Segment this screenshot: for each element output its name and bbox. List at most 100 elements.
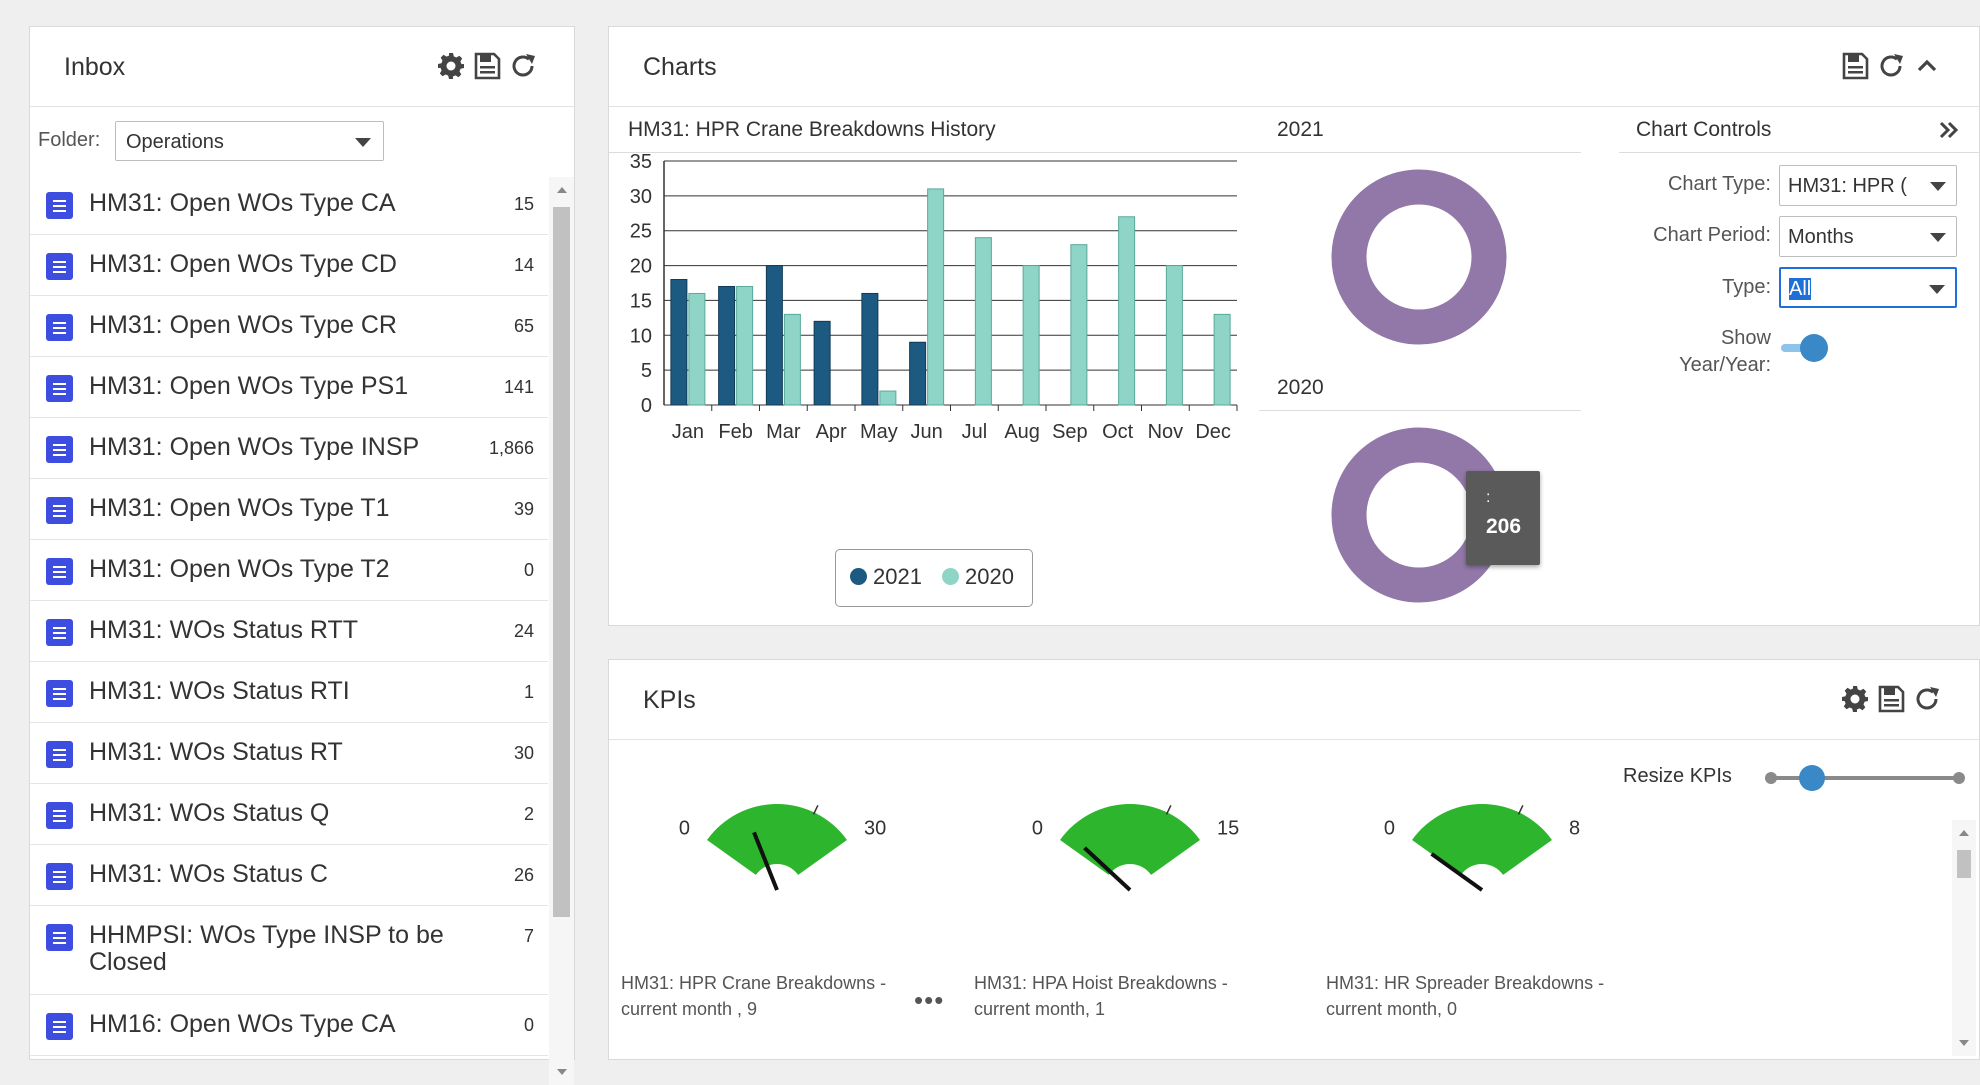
- more-options-icon[interactable]: •••: [914, 985, 944, 1016]
- tooltip-label: :: [1486, 489, 1491, 506]
- list-item-count: 1,866: [488, 438, 534, 458]
- list-item-label: HHMPSI: WOs Type INSP to be Closed: [89, 921, 444, 976]
- chevron-down-icon: [1930, 233, 1946, 242]
- list-item-count: 0: [523, 1015, 534, 1035]
- refresh-icon[interactable]: [1912, 684, 1942, 714]
- list-item[interactable]: HM31: Open WOs Type CD 14: [30, 236, 548, 296]
- donut-chart-2021[interactable]: [1329, 167, 1509, 347]
- scroll-down-icon[interactable]: [1959, 1040, 1969, 1046]
- list-item[interactable]: HM31: Open WOs Type T1 39: [30, 480, 548, 540]
- inbox-title: Inbox: [64, 53, 126, 81]
- bar-2020-Jan: [688, 292, 706, 406]
- list-item[interactable]: HM31: WOs Status Q 2: [30, 785, 548, 845]
- folder-select[interactable]: Operations: [115, 121, 384, 161]
- bar-2021-May: [861, 292, 879, 406]
- chart-type-select[interactable]: HM31: HPR (: [1779, 165, 1957, 206]
- chart-legend: 2021 2020: [835, 549, 1033, 607]
- list-item[interactable]: HM31: WOs Status C 26: [30, 846, 548, 906]
- scroll-down-icon[interactable]: [557, 1069, 567, 1075]
- scroll-up-icon[interactable]: [557, 187, 567, 193]
- tooltip-value: 206: [1486, 515, 1522, 538]
- gear-icon[interactable]: [1840, 684, 1870, 714]
- list-item[interactable]: HM16: Open WOs Type CA 0: [30, 996, 548, 1056]
- chevron-up-icon[interactable]: [1912, 51, 1942, 81]
- list-item-count: 65: [513, 316, 534, 336]
- bar-2021-Jan: [670, 279, 688, 406]
- scroll-thumb[interactable]: [553, 207, 570, 917]
- save-icon[interactable]: [1876, 684, 1906, 714]
- y-tick-label: 35: [630, 153, 652, 173]
- divider: [1259, 152, 1581, 153]
- list-item-label: HM31: Open WOs Type T2: [89, 555, 390, 583]
- list-item-label: HM31: Open WOs Type PS1: [89, 372, 409, 400]
- list-icon: [46, 619, 73, 646]
- bar-2020-Dec: [1213, 313, 1231, 406]
- inbox-scrollbar[interactable]: [549, 177, 574, 1085]
- chart-period-select[interactable]: Months: [1779, 216, 1957, 257]
- show-yoy-toggle[interactable]: [1781, 333, 1829, 363]
- y-tick-label: 20: [630, 256, 652, 278]
- chart-period-value: Months: [1788, 226, 1854, 248]
- x-tick-label: Oct: [1102, 421, 1134, 443]
- chart-type-label: Chart Type:: [1667, 173, 1771, 195]
- list-item[interactable]: HHMPSI: WOs Type INSP to be Closed 7: [30, 907, 548, 995]
- inbox-list: HM31: Open WOs Type CA 15 HM31: Open WOs…: [30, 175, 548, 1085]
- list-item[interactable]: HM31: Open WOs Type INSP 1,866: [30, 419, 548, 479]
- gauge-min-label: 0: [1384, 818, 1395, 840]
- list-item-label: HM31: WOs Status C: [89, 860, 328, 888]
- refresh-icon[interactable]: [1876, 51, 1906, 81]
- y-tick-label: 5: [641, 360, 652, 382]
- list-item[interactable]: HM31: Open WOs Type CA 15: [30, 175, 548, 235]
- legend-item-2020[interactable]: 2020: [942, 564, 1014, 590]
- folder-label: Folder:: [38, 129, 101, 151]
- chart-controls-title: Chart Controls: [1636, 118, 1772, 141]
- kpi-scrollbar[interactable]: [1952, 820, 1976, 1056]
- list-item[interactable]: HM31: WOs Status RT 30: [30, 724, 548, 784]
- bar-2020-Sep: [1070, 244, 1088, 406]
- y-tick-label: 30: [630, 186, 652, 208]
- list-item[interactable]: HM31: Open WOs Type PS1 141: [30, 358, 548, 418]
- toggle-knob[interactable]: [1800, 334, 1828, 362]
- list-item-count: 141: [503, 377, 534, 397]
- list-item-label: HM31: Open WOs Type CA: [89, 189, 396, 217]
- gear-icon[interactable]: [436, 51, 466, 81]
- history-chart-title: HM31: HPR Crane Breakdowns History: [628, 118, 996, 141]
- bar-2020-Aug: [1022, 265, 1040, 406]
- gauge-min-label: 0: [679, 818, 690, 840]
- show-yoy-label-2: Year/Year:: [1679, 354, 1771, 376]
- scroll-thumb[interactable]: [1957, 850, 1971, 878]
- bar-2021-Feb: [718, 285, 736, 406]
- legend-item-2021[interactable]: 2021: [850, 564, 922, 590]
- list-item-count: 7: [523, 926, 534, 946]
- list-item[interactable]: HM31: WOs Status RTI 1: [30, 663, 548, 723]
- legend-swatch: [850, 568, 867, 585]
- kpis-panel: KPIs Resize KPIs 0 30 0 15 0 8 HM31: HPR Cran…: [608, 659, 1980, 1060]
- list-icon: [46, 497, 73, 524]
- scroll-up-icon[interactable]: [1959, 830, 1969, 836]
- type-select[interactable]: All: [1779, 267, 1957, 308]
- x-tick-label: Mar: [766, 421, 801, 443]
- refresh-icon[interactable]: [508, 51, 538, 81]
- legend-label: 2020: [965, 564, 1014, 589]
- y-tick-label: 15: [630, 290, 652, 312]
- list-item-count: 2: [523, 804, 534, 824]
- list-item[interactable]: HM31: Open WOs Type T2 0: [30, 541, 548, 601]
- kpi-label[interactable]: HM31: HR Spreader Breakdowns - current m…: [1326, 970, 1616, 1022]
- x-tick-label: Feb: [718, 421, 752, 443]
- kpi-label[interactable]: HM31: HPA Hoist Breakdowns - current mon…: [974, 970, 1264, 1022]
- list-item[interactable]: HM31: WOs Status RTT 24: [30, 602, 548, 662]
- save-icon[interactable]: [472, 51, 502, 81]
- double-chevron-right-icon[interactable]: [1934, 115, 1964, 145]
- list-item-count: 15: [513, 194, 534, 214]
- list-item-label: HM31: WOs Status RTT: [89, 616, 359, 644]
- kpi-label[interactable]: HM31: HPR Crane Breakdowns - current mon…: [621, 970, 911, 1022]
- divider: [1259, 410, 1581, 411]
- legend-label: 2021: [873, 564, 922, 589]
- save-icon[interactable]: [1840, 51, 1870, 81]
- list-item-count: 30: [513, 743, 534, 763]
- list-icon: [46, 741, 73, 768]
- show-yoy-label-1: Show: [1720, 327, 1771, 349]
- list-item-label: HM31: Open WOs Type CD: [89, 250, 397, 278]
- list-item[interactable]: HM31: Open WOs Type CR 65: [30, 297, 548, 357]
- kpis-header: KPIs: [609, 660, 1979, 740]
